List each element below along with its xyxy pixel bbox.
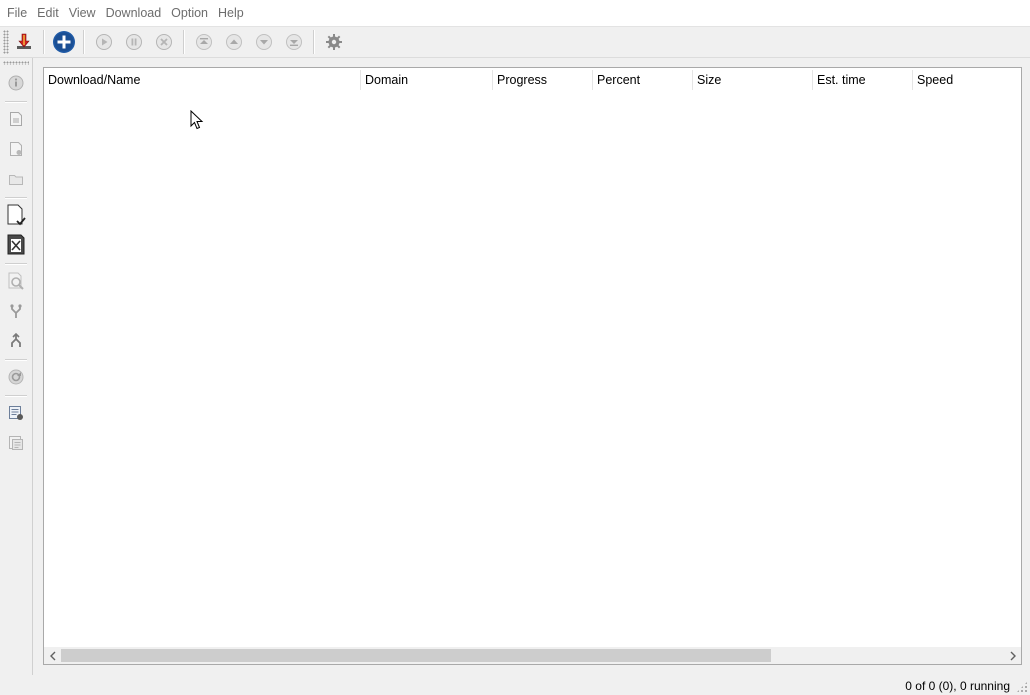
settings-button[interactable]: [322, 30, 346, 54]
arrow-down-icon: [256, 34, 272, 50]
remove-file-button[interactable]: [4, 233, 28, 257]
column-header-progress[interactable]: Progress: [493, 68, 592, 92]
menu-download[interactable]: Download: [101, 0, 167, 26]
pause-button[interactable]: [122, 30, 146, 54]
column-header-size[interactable]: Size: [693, 68, 812, 92]
document-x-icon: [7, 234, 25, 255]
chevron-left-icon: [49, 651, 55, 660]
side-toolbar-grip[interactable]: [3, 61, 29, 65]
chevron-right-icon: [1010, 651, 1016, 660]
toolbar: [0, 26, 1030, 58]
merge-button[interactable]: [4, 299, 28, 323]
toolbar-separator: [183, 30, 185, 54]
download-list[interactable]: Download/Name Domain Progress Percent Si…: [43, 67, 1022, 665]
open-folder-button[interactable]: [4, 167, 28, 191]
search-icon: [8, 272, 24, 290]
menu-edit[interactable]: Edit: [32, 0, 64, 26]
list-icon: [9, 436, 23, 450]
gear-icon: [326, 34, 342, 50]
move-top-button[interactable]: [192, 30, 216, 54]
side-separator: [5, 101, 27, 103]
refresh-button[interactable]: [4, 365, 28, 389]
status-bar: 0 of 0 (0), 0 running: [0, 675, 1030, 695]
toolbar-separator: [313, 30, 315, 54]
toolbar-separator: [83, 30, 85, 54]
move-up-button[interactable]: [222, 30, 246, 54]
merge-icon: [10, 304, 22, 318]
document-check-icon: [7, 204, 26, 226]
side-separator: [5, 197, 27, 199]
list-header: Download/Name Domain Progress Percent Si…: [44, 68, 1021, 93]
delete-file-button[interactable]: [4, 137, 28, 161]
stop-button[interactable]: [152, 30, 176, 54]
split-button[interactable]: [4, 329, 28, 353]
menu-view[interactable]: View: [64, 0, 101, 26]
list-add-button[interactable]: [4, 401, 28, 425]
side-toolbar: [0, 58, 33, 675]
add-download-button[interactable]: [52, 30, 76, 54]
menu-help[interactable]: Help: [213, 0, 249, 26]
menu-option[interactable]: Option: [166, 0, 213, 26]
column-header-est-time[interactable]: Est. time: [813, 68, 912, 92]
resize-grip[interactable]: [1016, 681, 1028, 693]
scroll-left-button[interactable]: [44, 647, 61, 664]
pause-icon: [126, 34, 142, 50]
split-icon: [11, 333, 21, 347]
side-separator: [5, 263, 27, 265]
document-image-icon: [10, 112, 22, 126]
download-arrow-icon: [17, 33, 31, 49]
document-remove-icon: [10, 142, 22, 156]
move-down-button[interactable]: [252, 30, 276, 54]
plus-circle-icon: [53, 31, 75, 53]
column-header-domain[interactable]: Domain: [361, 68, 492, 92]
play-icon: [96, 34, 112, 50]
column-header-name[interactable]: Download/Name: [44, 68, 360, 92]
menu-file[interactable]: File: [2, 0, 32, 26]
folder-icon: [9, 175, 23, 185]
arrow-up-icon: [226, 34, 242, 50]
menu-bar: File Edit View Download Option Help: [0, 0, 1030, 26]
scrollbar-thumb[interactable]: [61, 649, 771, 662]
toolbar-grip[interactable]: [3, 30, 9, 54]
info-button[interactable]: [4, 71, 28, 95]
new-download-button[interactable]: [12, 30, 36, 54]
toolbar-separator: [43, 30, 45, 54]
horizontal-scrollbar[interactable]: [44, 647, 1021, 664]
status-text: 0 of 0 (0), 0 running: [905, 679, 1010, 693]
column-header-speed[interactable]: Speed: [913, 68, 1021, 92]
start-button[interactable]: [92, 30, 116, 54]
properties-button[interactable]: [4, 107, 28, 131]
search-button[interactable]: [4, 269, 28, 293]
side-separator: [5, 359, 27, 361]
mouse-cursor-icon: [190, 110, 204, 130]
scroll-right-button[interactable]: [1004, 647, 1021, 664]
download-manager-window: File Edit View Download Option Help Down…: [0, 0, 1030, 695]
list-add-icon: [9, 406, 23, 420]
arrow-top-icon: [196, 34, 212, 50]
close-circle-icon: [156, 34, 172, 50]
refresh-icon: [8, 369, 24, 385]
move-bottom-button[interactable]: [282, 30, 306, 54]
side-separator: [5, 395, 27, 397]
arrow-bottom-icon: [286, 34, 302, 50]
info-icon: [8, 75, 24, 91]
list-button[interactable]: [4, 431, 28, 455]
mark-complete-button[interactable]: [4, 203, 28, 227]
column-header-percent[interactable]: Percent: [593, 68, 692, 92]
